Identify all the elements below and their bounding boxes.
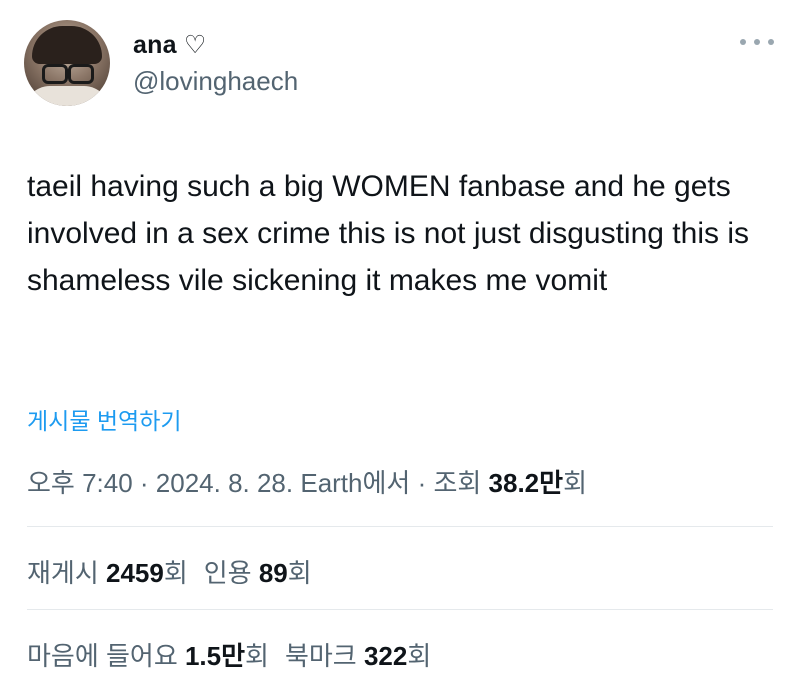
views-count: 38.2만: [488, 468, 564, 498]
reposts-stat[interactable]: 재게시 2459회: [27, 558, 188, 588]
divider: [27, 526, 773, 527]
views-label: 조회: [433, 468, 489, 498]
avatar-glasses-right: [68, 64, 94, 84]
likes-count: 1.5만: [184, 641, 246, 671]
more-options-icon[interactable]: [740, 32, 774, 52]
avatar-glasses-left: [42, 64, 68, 84]
tweet-meta: 오후 7:40 · 2024. 8. 28. Earth에서 · 조회 38.2…: [27, 463, 587, 500]
bookmarks-count: 322: [363, 641, 408, 671]
reposts-count: 2459: [105, 558, 164, 588]
reposts-suffix: 회: [163, 558, 188, 588]
bookmarks-suffix: 회: [407, 641, 432, 671]
quotes-stat[interactable]: 인용 89회: [204, 558, 312, 588]
post-location: Earth에서: [293, 468, 411, 498]
avatar[interactable]: [24, 20, 110, 106]
bookmarks-stat[interactable]: 북마크 322회: [285, 641, 431, 671]
quotes-label: 인용: [203, 558, 259, 588]
avatar-hair: [32, 26, 102, 64]
avatar-shirt: [24, 86, 110, 106]
tweet-text: taeil having such a big WOMEN fanbase an…: [27, 170, 749, 297]
engagement-row: 재게시 2459회 인용 89회: [27, 553, 312, 590]
display-name[interactable]: ana ♡: [133, 30, 206, 60]
meta-separator: ·: [132, 468, 156, 498]
dot-icon: [754, 39, 760, 45]
reposts-label: 재게시: [27, 558, 106, 588]
likes-stat[interactable]: 마음에 들어요 1.5만회: [27, 641, 269, 671]
quotes-suffix: 회: [287, 558, 312, 588]
divider: [27, 609, 773, 610]
translate-post-link[interactable]: 게시물 번역하기: [27, 402, 182, 436]
post-date[interactable]: 2024. 8. 28.: [156, 468, 293, 498]
quotes-count: 89: [258, 558, 288, 588]
views-suffix: 회: [563, 468, 587, 498]
dot-icon: [740, 39, 746, 45]
post-time[interactable]: 오후 7:40: [27, 468, 133, 498]
likes-suffix: 회: [245, 641, 269, 671]
bookmarks-label: 북마크: [284, 641, 364, 671]
meta-separator: ·: [410, 468, 434, 498]
user-handle[interactable]: @lovinghaech: [133, 66, 298, 97]
likes-label: 마음에 들어요: [27, 641, 185, 671]
dot-icon: [768, 39, 774, 45]
engagement-row: 마음에 들어요 1.5만회 북마크 322회: [27, 636, 431, 673]
